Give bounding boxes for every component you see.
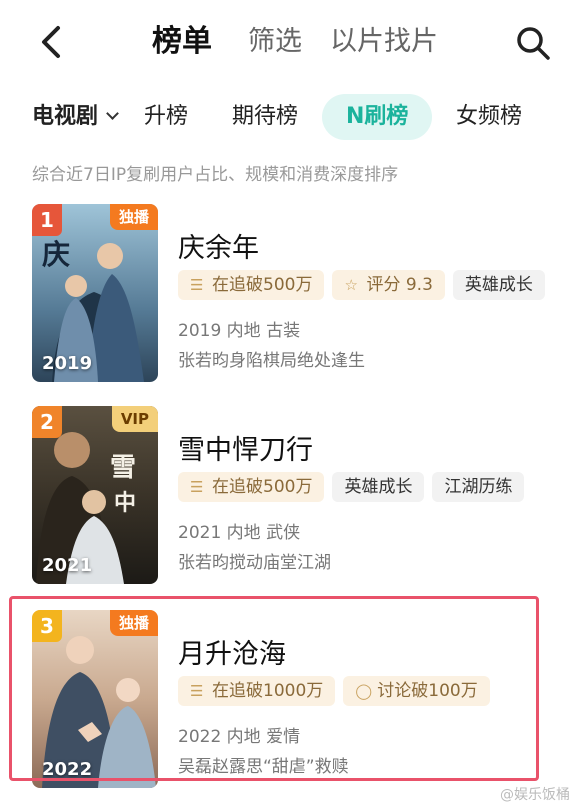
exclusive-badge: 独播 [109, 204, 158, 230]
show-title[interactable]: 庆余年 [178, 226, 259, 265]
svg-text:中: 中 [114, 490, 136, 516]
tab-anticipated[interactable]: 期待榜 [232, 94, 298, 140]
ranking-tabs: 电视剧 升榜 期待榜 N刷榜 女频榜 [0, 94, 576, 144]
tab-female[interactable]: 女频榜 [456, 94, 522, 140]
highlight-box [9, 596, 539, 781]
rank-badge: 1 [32, 204, 62, 236]
show-meta: 2021 内地 武侠 [178, 523, 301, 543]
tab-rising[interactable]: 升榜 [144, 94, 188, 140]
category-dropdown[interactable]: 电视剧 [32, 94, 119, 140]
tab-filter[interactable]: 筛选 [248, 22, 302, 62]
search-icon[interactable] [514, 24, 552, 62]
svg-text:雪: 雪 [110, 453, 136, 483]
tag-chip: ☰ 在追破500万 [178, 270, 325, 300]
show-description: 张若昀搅动庙堂江湖 [178, 553, 331, 573]
chevron-down-icon [106, 107, 119, 120]
tag-list: ☰ 在追破500万 ☆ 评分 9.3 英雄成长 [178, 270, 553, 302]
tag-chip: 江湖历练 [432, 472, 525, 502]
tag-chip: 英雄成长 [332, 472, 425, 502]
list-item[interactable]: 庆 1 独播 2019 庆余年 ☰ 在追破500万 ☆ 评分 9.3 英雄成长 2019… [0, 204, 576, 394]
poster-year: 2019 [42, 353, 93, 374]
tab-n-rewatch[interactable]: N刷榜 [322, 94, 433, 140]
top-bar: 榜单 筛选 以片找片 [0, 0, 576, 84]
show-title[interactable]: 雪中悍刀行 [178, 428, 313, 467]
chevron-left-icon[interactable] [36, 24, 66, 60]
tag-chip: 英雄成长 [452, 270, 545, 300]
poster[interactable]: 庆 1 独播 2019 [32, 204, 158, 382]
trending-icon: ☰ [190, 478, 204, 496]
svg-text:庆: 庆 [42, 238, 70, 271]
poster[interactable]: 雪 中 2 VIP 2021 [32, 406, 158, 584]
tab-ranking[interactable]: 榜单 [152, 22, 212, 62]
poster-year: 2021 [42, 555, 93, 576]
ranking-description: 综合近7日IP复刷用户占比、规模和消费深度排序 [32, 165, 399, 185]
watermark: @娱乐饭桶 [500, 787, 570, 803]
list-item[interactable]: 雪 中 2 VIP 2021 雪中悍刀行 ☰ 在追破500万 英雄成长 江湖历练 20… [0, 406, 576, 596]
vip-badge: VIP [111, 406, 158, 432]
show-description: 张若昀身陷棋局绝处逢生 [178, 351, 365, 371]
tab-find-by-title[interactable]: 以片找片 [330, 22, 438, 62]
tag-list: ☰ 在追破500万 英雄成长 江湖历练 [178, 472, 532, 504]
trending-icon: ☰ [190, 276, 204, 294]
show-meta: 2019 内地 古装 [178, 321, 301, 341]
star-icon: ☆ [344, 276, 358, 294]
rank-badge: 2 [32, 406, 62, 438]
category-label: 电视剧 [32, 104, 99, 129]
tag-chip: ☰ 在追破500万 [178, 472, 325, 502]
tag-chip: ☆ 评分 9.3 [332, 270, 445, 300]
